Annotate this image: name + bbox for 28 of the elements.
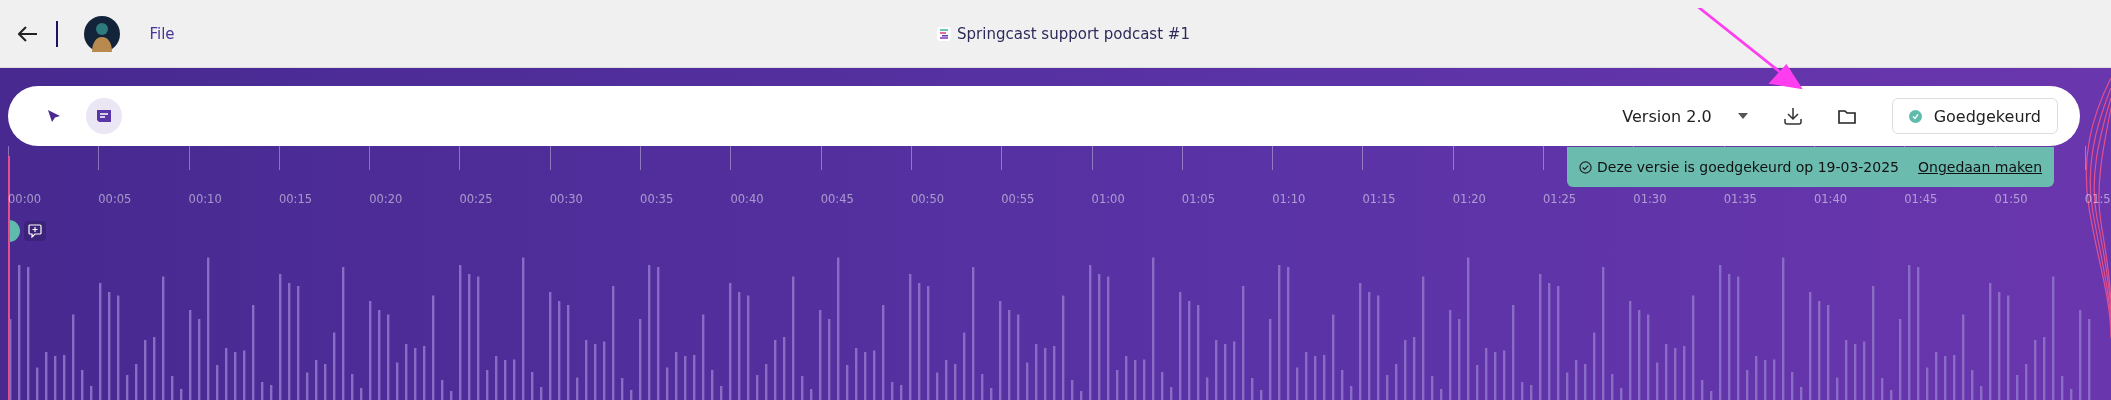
time-label: 00:15	[278, 192, 313, 206]
time-label: 01:05	[1181, 192, 1215, 206]
time-label: 01:40	[1813, 192, 1848, 206]
undo-link[interactable]: Ongedaan maken	[1918, 159, 2043, 175]
time-label: 00:35	[640, 192, 674, 206]
time-label: 00:20	[369, 192, 403, 206]
time-label: 01:20	[1452, 192, 1486, 206]
time-label: 01:00	[1091, 192, 1125, 206]
time-label: 01:30	[1633, 192, 1667, 206]
time-label: 01:35	[1723, 192, 1757, 206]
time-label: 00:05	[98, 192, 132, 206]
approved-button[interactable]: Goedgekeurd	[1891, 98, 2058, 134]
time-label: 00:45	[820, 192, 854, 206]
time-label: 01:45	[1904, 192, 1938, 206]
time-label: 00:25	[459, 192, 493, 206]
time-label: 01:50	[1994, 192, 2028, 206]
time-label: 01:25	[1543, 192, 1577, 206]
time-label: 00:55	[1001, 192, 1035, 206]
version-dropdown[interactable]: Version 2.0	[1622, 106, 1748, 126]
time-label: 00:30	[549, 192, 583, 206]
time-label: 00:10	[188, 192, 222, 206]
menu-item[interactable]: File	[149, 24, 175, 43]
approval-message: Deze versie is goedgekeurd op 19-03-2025	[1597, 159, 1899, 175]
time-label: 00:50	[910, 192, 945, 206]
time-label: 01:15	[1362, 192, 1396, 206]
document-title: Springcast support podcast #1	[957, 24, 1190, 43]
time-label: 01:10	[1272, 192, 1306, 206]
time-label: 00:40	[730, 192, 764, 206]
